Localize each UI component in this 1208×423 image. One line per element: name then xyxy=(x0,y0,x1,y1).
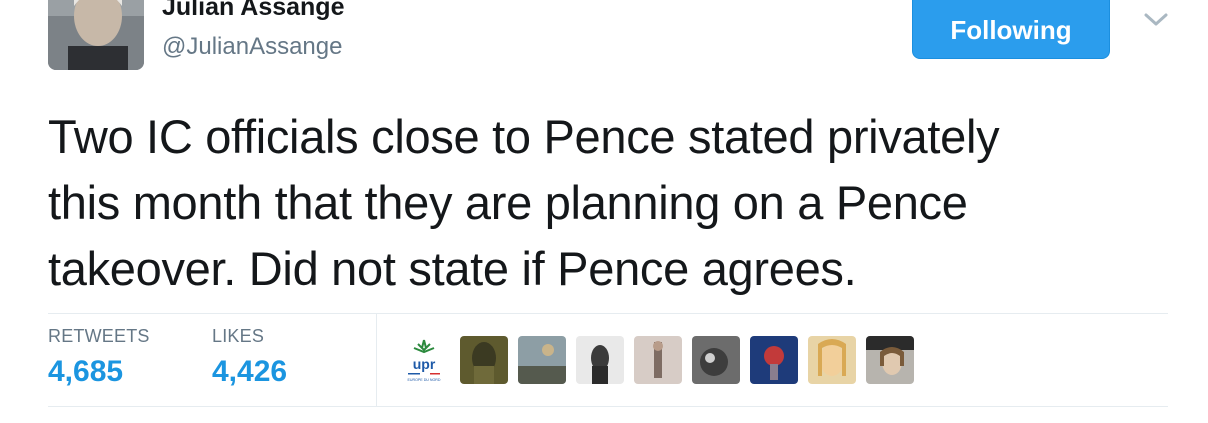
liker-avatar[interactable] xyxy=(866,336,914,384)
liker-avatar[interactable] xyxy=(634,336,682,384)
tweet-text: Two IC officials close to Pence stated p… xyxy=(48,104,1168,302)
liker-avatar[interactable] xyxy=(518,336,566,384)
tweet-card: Julian Assange @JulianAssange Following … xyxy=(0,0,1208,423)
liker-avatar[interactable] xyxy=(460,336,508,384)
liker-avatar[interactable] xyxy=(692,336,740,384)
retweets-label: RETWEETS xyxy=(48,326,150,346)
author-handle[interactable]: @JulianAssange xyxy=(162,32,342,62)
tweet-text-line: this month that they are planning on a P… xyxy=(48,176,968,229)
liker-avatar[interactable] xyxy=(808,336,856,384)
retweets-stat[interactable]: RETWEETS 4,685 xyxy=(48,326,150,389)
retweets-count: 4,685 xyxy=(48,355,124,388)
liker-logo-subtext: EUROPE DU NORD xyxy=(408,378,441,382)
stats-vertical-divider xyxy=(376,314,377,406)
tweet-text-line: takeover. Did not state if Pence agrees. xyxy=(48,242,857,295)
author-avatar[interactable] xyxy=(48,0,144,70)
stats-top-divider xyxy=(48,313,1168,314)
likes-count: 4,426 xyxy=(212,355,288,388)
following-button[interactable]: Following xyxy=(912,0,1110,59)
liker-avatar[interactable]: upr EUROPE DU NORD xyxy=(400,336,448,384)
tweet-text-line: Two IC officials close to Pence stated p… xyxy=(48,110,1000,163)
liker-logo-text: upr xyxy=(413,356,436,372)
liker-avatar[interactable] xyxy=(750,336,798,384)
author-name[interactable]: Julian Assange xyxy=(162,0,344,22)
chevron-down-icon[interactable] xyxy=(1143,10,1169,30)
stats-bottom-divider xyxy=(48,406,1168,407)
likes-stat[interactable]: LIKES 4,426 xyxy=(212,326,287,389)
liker-avatar[interactable] xyxy=(576,336,624,384)
likes-label: LIKES xyxy=(212,326,265,346)
